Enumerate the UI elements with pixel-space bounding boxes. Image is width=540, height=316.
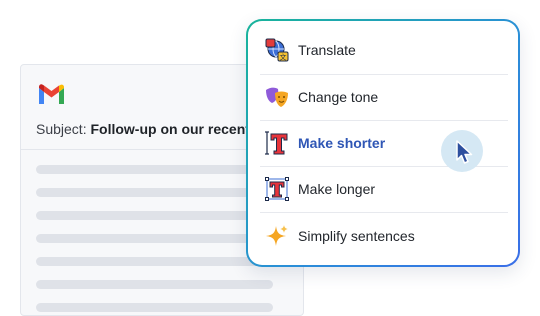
text-placeholder-line	[36, 257, 273, 266]
translate-globe-icon: 文	[264, 37, 290, 63]
text-placeholder-line	[36, 188, 273, 197]
menu-separator	[260, 212, 508, 213]
text-placeholder-line	[36, 280, 273, 289]
shorten-text-icon	[264, 130, 290, 156]
sparkle-icon	[264, 223, 290, 249]
lengthen-text-icon	[264, 176, 290, 202]
text-placeholder-line	[36, 234, 273, 243]
menu-item-change-tone[interactable]: Change tone	[260, 75, 508, 119]
menu-item-label: Make shorter	[298, 135, 386, 151]
mouse-pointer-icon	[456, 140, 473, 164]
text-placeholder-line	[36, 165, 273, 174]
menu-item-label: Translate	[298, 42, 356, 58]
gmail-logo-icon	[39, 84, 64, 104]
menu-item-translate[interactable]: 文 Translate	[260, 28, 508, 72]
menu-item-simplify-sentences[interactable]: Simplify sentences	[260, 214, 508, 258]
menu-item-make-longer[interactable]: Make longer	[260, 167, 508, 211]
menu-item-label: Change tone	[298, 89, 379, 105]
menu-item-label: Make longer	[298, 181, 376, 197]
subject-label: Subject:	[36, 121, 87, 137]
subject-value: Follow-up on our recent	[90, 121, 250, 137]
text-placeholder-line	[36, 303, 273, 312]
theater-masks-icon	[264, 84, 290, 110]
menu-item-label: Simplify sentences	[298, 228, 415, 244]
text-placeholder-line	[36, 211, 273, 220]
svg-text:文: 文	[280, 53, 287, 62]
